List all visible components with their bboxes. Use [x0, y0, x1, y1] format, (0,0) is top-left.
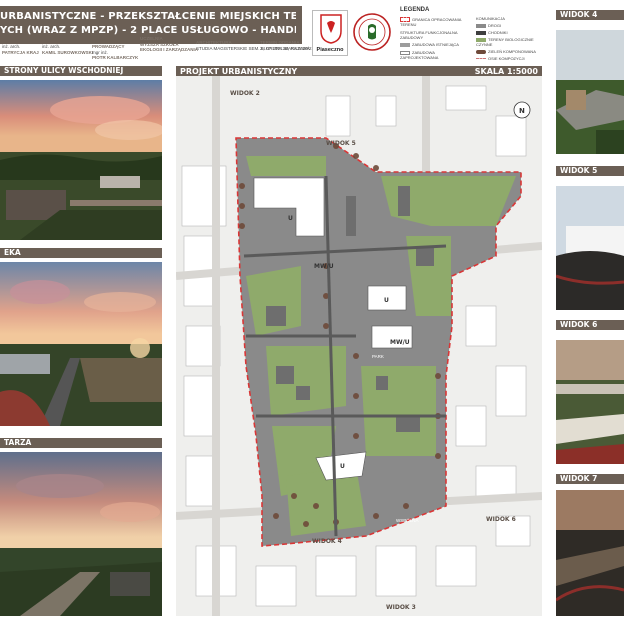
render-river-view — [0, 262, 162, 426]
render-view-7 — [556, 490, 624, 616]
legend-item: CHODNIKI — [476, 30, 546, 35]
legend-item: ZABUDOWY — [400, 35, 424, 41]
legend-item: TERENY BIOLOGICZNIE CZYNNE — [476, 37, 534, 47]
supervisor: PROWADZĄCY mgr inż. PIOTR KALBARCZYK — [92, 44, 139, 60]
map-legend: LEGENDA GRANICA OPRACOWANIA TERENU STRUK… — [400, 7, 546, 66]
render-east-street — [0, 80, 162, 240]
view-label-3: WIDOK 3 — [386, 604, 416, 611]
legend-item: ZABUDOWA ISTNIEJĄCA — [400, 42, 470, 47]
legend-right: KOMUNIKACJA DROGI CHODNIKI TERENY BIOLOG… — [476, 16, 546, 61]
svg-text:MW/U: MW/U — [390, 339, 410, 346]
logo-caption: Piaseczno — [316, 47, 344, 53]
view-label-5: WIDOK 5 — [326, 140, 356, 147]
coat-of-arms-icon — [320, 14, 342, 44]
view-label-6: WIDOK 6 — [486, 516, 516, 523]
university-seal — [352, 10, 392, 56]
render-view-4 — [556, 30, 624, 154]
render-view-6 — [556, 340, 624, 464]
legend-item: OSIE KOMPOZYCJI — [476, 56, 546, 61]
right-panel-5-label: WIDOK 5 — [556, 166, 624, 176]
seal-icon — [353, 13, 391, 51]
author-2: inż. arch. KAMIL SUROWKOWSKI — [42, 44, 94, 55]
legend-item: ZIELEŃ KOMPONOWANA — [476, 49, 546, 54]
map-title: PROJEKT URBANISTYCZNY — [180, 67, 298, 76]
svg-text:U: U — [340, 463, 345, 470]
view-label-2: WIDOK 2 — [230, 90, 260, 97]
piaseczno-logo: Piaseczno — [312, 10, 348, 56]
legend-item: KOMUNIKACJA — [476, 16, 505, 21]
author-1: inż. arch. PATRYCJA KRAJ — [2, 44, 39, 55]
studies: ARCHITEKTURA STUDIA MAGISTERSKIE SEM. II… — [196, 40, 314, 51]
legend-title: LEGENDA — [400, 7, 430, 13]
svg-text:WSPÓLNA: WSPÓLNA — [396, 517, 419, 523]
school: UCZELNIA WYŻSZA SZKOŁA EKOLOGII I ZARZĄD… — [140, 36, 198, 52]
submission-date: TERMIN ODDANIA 24.07.2021 WARSZAWA — [260, 40, 310, 51]
left-panel-3-label: TARZA — [0, 438, 162, 448]
svg-text:U: U — [384, 297, 389, 304]
sheet-header: URBANISTYCZNE - PRZEKSZTAŁCENIE MIEJSKIC… — [0, 0, 548, 64]
left-panel-2-label: EKA — [0, 248, 162, 258]
view-label-4: WIDOK 4 — [312, 538, 342, 545]
svg-text:U: U — [288, 215, 293, 222]
render-square-view — [0, 452, 162, 616]
right-panel-4-label: WIDOK 4 — [556, 10, 624, 20]
left-panel-1-label: STRONY ULICY WSCHODNIEJ — [0, 66, 162, 76]
svg-text:MW/U: MW/U — [314, 263, 334, 270]
title-line-1: URBANISTYCZNE - PRZEKSZTAŁCENIE MIEJSKIC… — [0, 11, 296, 22]
legend-left: GRANICA OPRACOWANIA TERENU STRUKTURA FUN… — [400, 17, 470, 60]
svg-text:PARK: PARK — [372, 354, 384, 359]
legend-item: DROGI — [476, 23, 546, 28]
right-panel-6-label: WIDOK 6 — [556, 320, 624, 330]
render-view-5 — [556, 186, 624, 310]
site-plan: N U MW/U U MW/U U PARK WSPÓLNA — [176, 76, 542, 616]
right-panel-7-label: WIDOK 7 — [556, 474, 624, 484]
svg-text:N: N — [519, 107, 525, 115]
urban-plan-map: N U MW/U U MW/U U PARK WSPÓLNA WIDOK 2 W… — [176, 76, 542, 616]
legend-item: ZABUDOWA ZAPROJEKTOWANA — [400, 50, 439, 61]
legend-item: GRANICA OPRACOWANIA TERENU — [400, 17, 462, 28]
